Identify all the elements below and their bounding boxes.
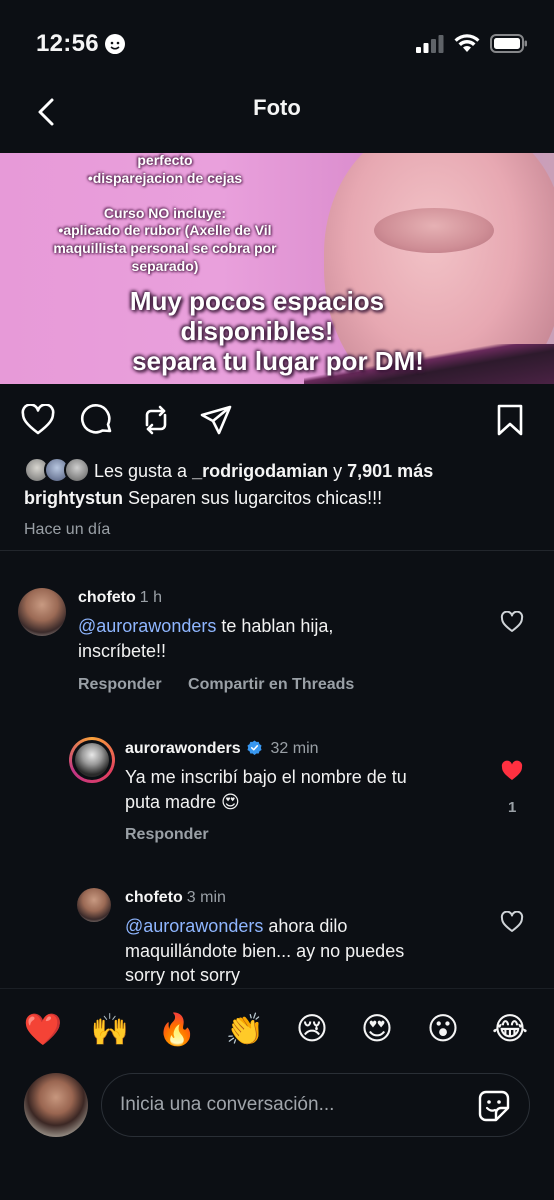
photo-text-line: •disparejacion de cejas xyxy=(87,170,243,186)
reaction-raised-hands[interactable]: 🙌 xyxy=(90,1011,130,1048)
comment-text: sorry not sorry xyxy=(125,965,241,985)
comment-text: inscríbete!! xyxy=(78,641,167,661)
photo-lips xyxy=(374,208,494,253)
divider xyxy=(0,550,554,551)
verified-badge-icon xyxy=(247,740,262,755)
comment-like-button[interactable] xyxy=(498,908,526,936)
repost-button[interactable] xyxy=(136,400,176,440)
heart-filled-icon xyxy=(501,760,523,780)
photo-text-line: perfecto xyxy=(137,153,193,168)
avatar-story-ring[interactable] xyxy=(69,737,115,783)
comment-actions: Responder Compartir en Threads xyxy=(78,676,354,694)
reaction-sad[interactable]: 😢 xyxy=(292,1011,332,1047)
share-button[interactable] xyxy=(196,400,236,440)
reaction-heart[interactable]: ❤️ xyxy=(23,1011,63,1048)
repost-icon xyxy=(145,405,167,435)
comment-like-button[interactable] xyxy=(498,757,526,785)
comment-composer xyxy=(0,1068,554,1148)
photo-headline: Muy pocos espacios xyxy=(129,286,385,316)
comment-user[interactable]: chofeto 1 h xyxy=(78,589,162,607)
focus-mode-icon xyxy=(104,34,125,54)
post-actions xyxy=(0,392,554,448)
likes-conj: y xyxy=(328,460,348,481)
comment-button[interactable] xyxy=(77,400,117,440)
wifi-icon xyxy=(454,34,480,52)
post-caption: brightystun Separen sus lugarcitos chica… xyxy=(24,488,538,509)
comment-time: 3 min xyxy=(186,889,226,906)
photo-text-line: maquillista personal se cobra por xyxy=(53,240,277,256)
send-icon xyxy=(200,405,232,435)
my-avatar xyxy=(24,1073,88,1137)
reaction-surprised[interactable]: 😮 xyxy=(423,1011,463,1047)
avatar[interactable] xyxy=(77,888,111,922)
mention-link[interactable]: @aurorawonders xyxy=(78,616,216,636)
comment-user[interactable]: chofeto 3 min xyxy=(125,889,226,907)
heart-outline-icon xyxy=(500,611,524,632)
nav-bar: Foto xyxy=(0,86,554,152)
photo-headline: separa tu lugar por DM! xyxy=(132,346,424,376)
caption-user[interactable]: brightystun xyxy=(24,488,123,508)
comment-like-count: 1 xyxy=(508,799,517,816)
mention-link[interactable]: @aurorawonders xyxy=(125,916,263,936)
likes-summary[interactable]: Les gusta a _rodrigodamian y 7,901 más xyxy=(24,456,538,486)
reaction-clap[interactable]: 👏 xyxy=(225,1011,265,1048)
battery-icon xyxy=(490,34,527,53)
likes-prefix: Les gusta a xyxy=(94,460,188,481)
photo-text-line: separado) xyxy=(131,258,199,274)
comment-text: Ya me inscribí bajo el nombre de tu xyxy=(125,767,407,787)
likes-user[interactable]: _rodrigodamian xyxy=(192,461,328,482)
reply-button[interactable]: Responder xyxy=(125,826,209,843)
share-threads-button[interactable]: Compartir en Threads xyxy=(188,676,354,693)
reaction-fire[interactable]: 🔥 xyxy=(157,1011,197,1048)
cellular-signal-icon xyxy=(416,34,444,53)
photo-text-line: Curso NO incluye: xyxy=(103,205,227,221)
photo-headline: disponibles! xyxy=(180,316,334,346)
comment-input-box[interactable] xyxy=(101,1073,530,1137)
reaction-heart-eyes[interactable]: 😍 xyxy=(357,1011,397,1047)
comment-icon xyxy=(81,404,112,434)
comment-input[interactable] xyxy=(120,1074,460,1136)
comment-time: 32 min xyxy=(270,740,319,757)
reaction-laughing[interactable]: 😂 xyxy=(490,1011,530,1047)
comment-like-button[interactable] xyxy=(498,608,526,636)
comment-actions: Responder xyxy=(125,826,209,844)
comment-user[interactable]: aurorawonders 32 min xyxy=(125,740,319,758)
comment-time: 1 h xyxy=(139,589,163,606)
photo-text-line: •aplicado de rubor (Axelle de Vil xyxy=(58,222,272,238)
comment-text: @aurorawonders te hablan hija, xyxy=(78,616,334,636)
comment-text: @aurorawonders ahora dilo xyxy=(125,916,348,936)
caption-text: Separen sus lugarcitos chicas!!! xyxy=(123,488,383,508)
post-time: Hace un día xyxy=(24,521,111,538)
sticker-button[interactable] xyxy=(477,1089,511,1123)
comment-text: puta madre 😍 xyxy=(125,792,240,812)
status-icons xyxy=(416,34,528,53)
avatar[interactable] xyxy=(18,588,66,636)
likes-count[interactable]: 7,901 más xyxy=(347,461,433,482)
page-title: Foto xyxy=(253,95,301,120)
like-button[interactable] xyxy=(18,400,58,440)
heart-outline-icon xyxy=(21,404,55,435)
sticker-icon xyxy=(478,1090,510,1122)
status-bar: 12:56 xyxy=(0,0,554,86)
quick-reactions: ❤️ 🙌 🔥 👏 😢 😍 😮 😂 xyxy=(0,988,554,1074)
avatar xyxy=(64,457,90,483)
save-button[interactable] xyxy=(490,400,530,440)
post-photo[interactable]: perfecto •disparejacion de cejas Curso N… xyxy=(0,153,554,384)
reply-button[interactable]: Responder xyxy=(78,676,162,693)
liker-avatars xyxy=(24,457,90,485)
status-time: 12:56 xyxy=(36,30,125,58)
bookmark-icon xyxy=(497,404,523,436)
comment-text: maquillándote bien... ay no puedes xyxy=(125,941,405,961)
heart-outline-icon xyxy=(500,911,524,932)
